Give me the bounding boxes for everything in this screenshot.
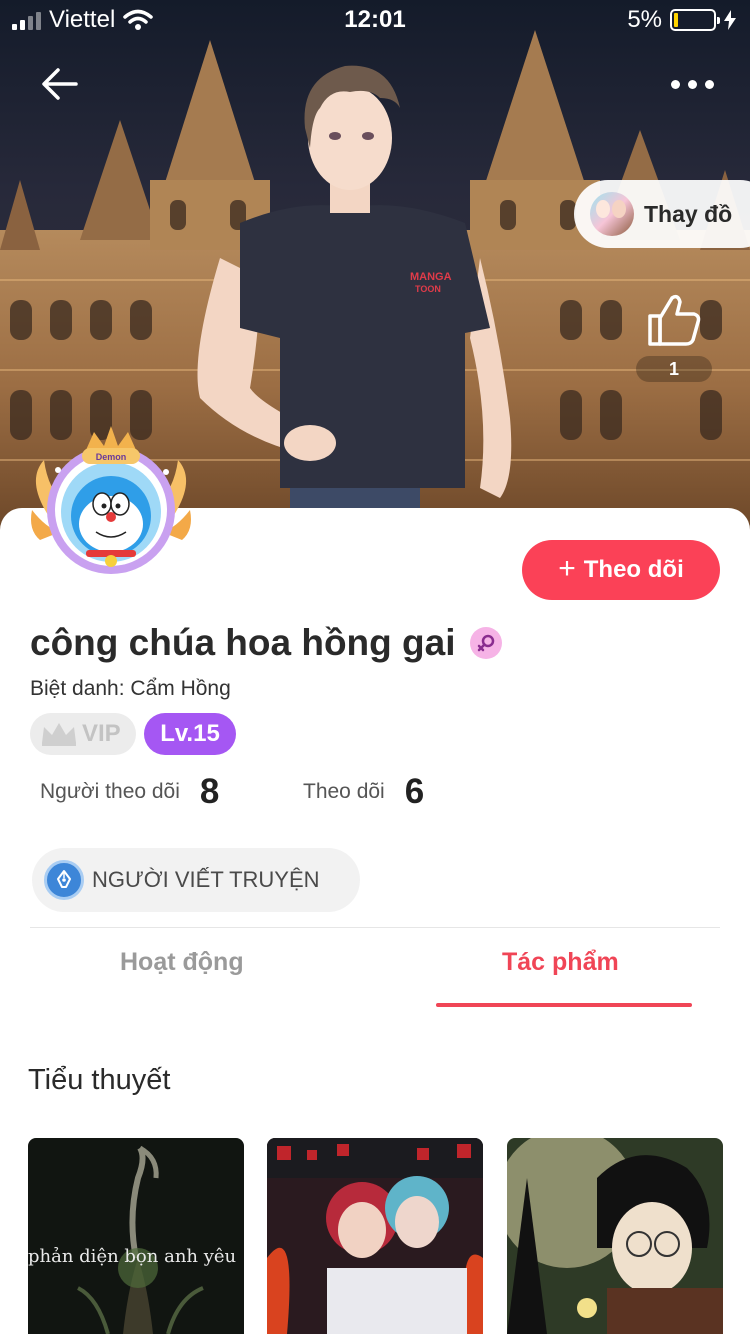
like-count: 1 (636, 356, 712, 382)
gender-badge (469, 627, 502, 659)
crown-icon (42, 723, 76, 746)
writer-role-label: NGƯỜI VIẾT TRUYỆN (92, 867, 320, 892)
divider (30, 927, 720, 928)
vip-badge[interactable]: VIP (30, 713, 136, 755)
change-outfit-button[interactable]: Thay đồ (574, 180, 750, 248)
followers-count: 8 (199, 772, 220, 811)
username-row: công chúa hoa hồng gai (30, 622, 502, 664)
level-badge[interactable]: Lv.15 (144, 713, 236, 755)
active-tab-indicator (436, 1003, 692, 1007)
more-icon (670, 79, 680, 89)
user-avatar[interactable]: Demon (26, 420, 196, 590)
back-button[interactable] (36, 62, 84, 106)
follow-button-label: Theo dõi (583, 556, 684, 583)
pen-nib-icon (44, 860, 84, 900)
book-cover-image (28, 1138, 244, 1334)
followers-label: Người theo dõi (40, 780, 180, 803)
followers-stat[interactable]: Người theo dõi 8 (40, 772, 219, 812)
vip-label: VIP (82, 720, 121, 747)
plus-icon: + (558, 551, 576, 585)
back-arrow-icon (42, 68, 78, 100)
section-title-novels: Tiểu thuyết (28, 1064, 171, 1096)
battery-percentage: 5% (627, 6, 662, 33)
username: công chúa hoa hồng gai (30, 622, 456, 663)
following-count: 6 (404, 772, 425, 811)
status-bar: Viettel 12:01 5% (0, 0, 750, 40)
tab-activity[interactable]: Hoạt động (120, 948, 244, 977)
thumbs-up-icon (648, 294, 701, 346)
following-label: Theo dõi (303, 780, 385, 803)
female-icon (477, 634, 494, 652)
book-cover[interactable]: phản diện bọn anh yêu (28, 1138, 244, 1334)
book-cover[interactable] (267, 1138, 483, 1334)
charging-icon (724, 10, 736, 30)
follow-button[interactable]: + Theo dõi (522, 540, 720, 600)
book-cover-image (507, 1138, 723, 1334)
tab-works[interactable]: Tác phẩm (502, 948, 619, 977)
following-stat[interactable]: Theo dõi 6 (303, 772, 424, 812)
like-button[interactable] (640, 290, 708, 350)
svg-text:TOON: TOON (415, 284, 441, 294)
nickname: Biệt danh: Cẩm Hồng (30, 677, 231, 700)
battery-icon (670, 9, 720, 31)
more-options-button[interactable] (664, 66, 720, 102)
book-cover[interactable] (507, 1138, 723, 1334)
writer-role-badge[interactable]: NGƯỜI VIẾT TRUYỆN (32, 848, 360, 912)
avatar-frame-text: Demon (96, 452, 127, 462)
outfit-thumbnail (590, 192, 634, 236)
change-outfit-label: Thay đồ (644, 200, 733, 227)
level-label: Lv.15 (160, 720, 220, 747)
svg-text:MANGA: MANGA (410, 271, 452, 283)
avatar-character-illustration: MANGA TOON (197, 65, 512, 540)
book-cover-image (267, 1138, 483, 1334)
book-cover-caption: phản diện bọn anh yêu (28, 1246, 237, 1267)
